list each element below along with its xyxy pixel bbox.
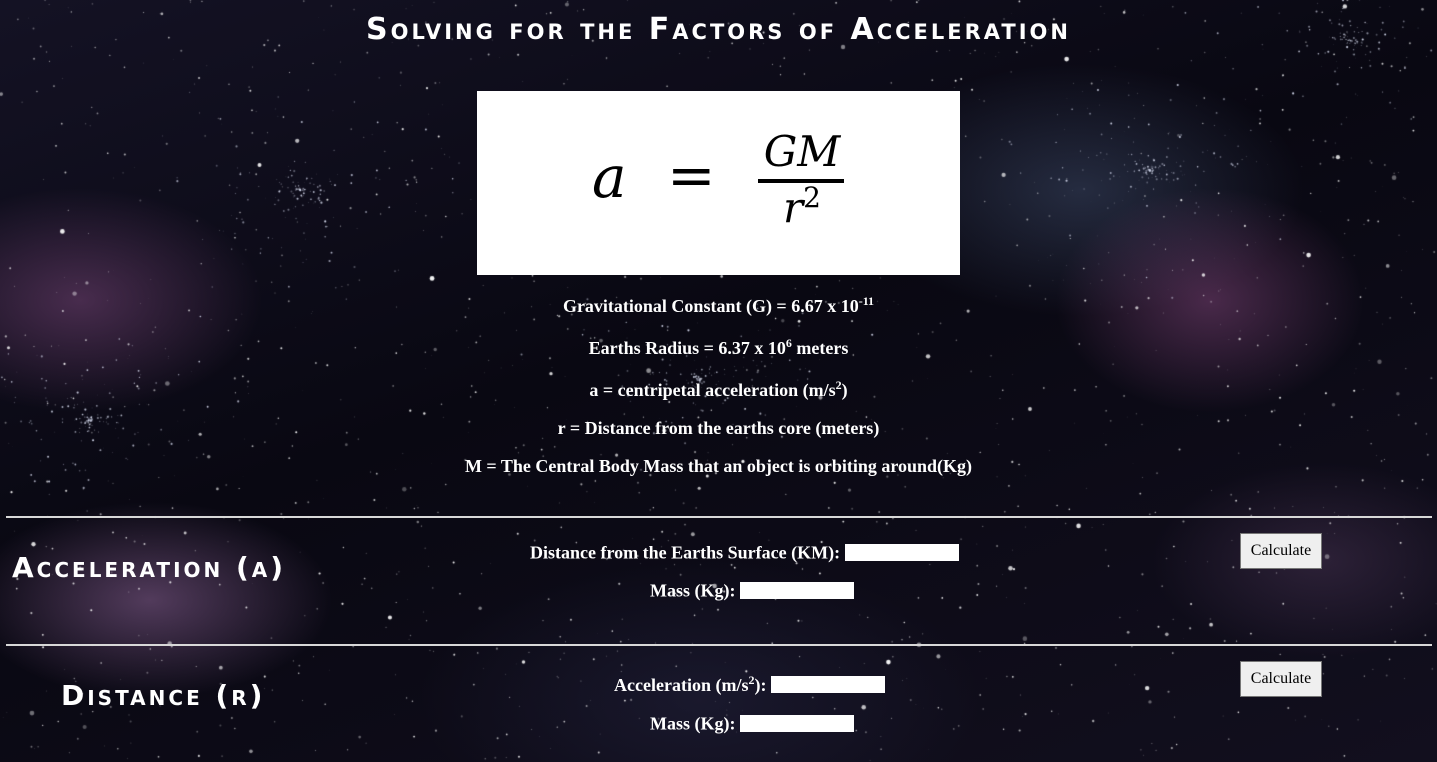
earth-radius-text: Earths Radius = 6.37 x 106 meters	[588, 336, 849, 358]
formula-equals: =	[667, 141, 716, 209]
formula-denominator-exponent: 2	[803, 181, 821, 214]
divider-top	[6, 516, 1432, 518]
distance-field-row: Distance from the Earths Surface (KM):	[530, 541, 960, 563]
gravitational-constant-text: Gravitational Constant (G) = 6.67 x 10-1…	[562, 294, 875, 316]
formula-lhs: a	[592, 143, 627, 211]
formula-image: a = GM r2	[477, 91, 960, 275]
distance-section-title: Distance (r)	[61, 679, 266, 712]
distance-field-label: Distance from the Earths Surface (KM):	[530, 542, 841, 563]
acceleration-field-label: Acceleration (m/s2):	[614, 673, 767, 696]
calculate-distance-button[interactable]: Calculate	[1240, 661, 1322, 697]
acceleration-definition: a = centripetal acceleration (m/s2)	[589, 378, 848, 400]
calculate-acceleration-button[interactable]: Calculate	[1240, 533, 1322, 569]
mass-definition: M = The Central Body Mass that an object…	[464, 456, 973, 476]
mass-field-row-2: Mass (Kg):	[650, 712, 855, 734]
distance-input[interactable]	[845, 544, 960, 562]
mass-field-label-2: Mass (Kg):	[650, 713, 736, 734]
mass-input[interactable]	[740, 582, 855, 600]
acceleration-section-title: Acceleration (a)	[12, 551, 287, 584]
divider-bottom	[6, 644, 1432, 646]
formula-denominator: r2	[757, 181, 847, 232]
acceleration-input[interactable]	[771, 676, 886, 694]
mass-field-label: Mass (Kg):	[650, 580, 736, 601]
page-title: Solving for the Factors of Acceleration	[366, 12, 1071, 47]
mass-input-2[interactable]	[740, 715, 855, 733]
mass-field-row: Mass (Kg):	[650, 579, 855, 601]
distance-definition: r = Distance from the earths core (meter…	[557, 418, 880, 438]
formula-denominator-base: r	[783, 183, 804, 232]
formula-numerator: GM	[763, 127, 841, 176]
acceleration-field-row: Acceleration (m/s2):	[614, 673, 886, 696]
